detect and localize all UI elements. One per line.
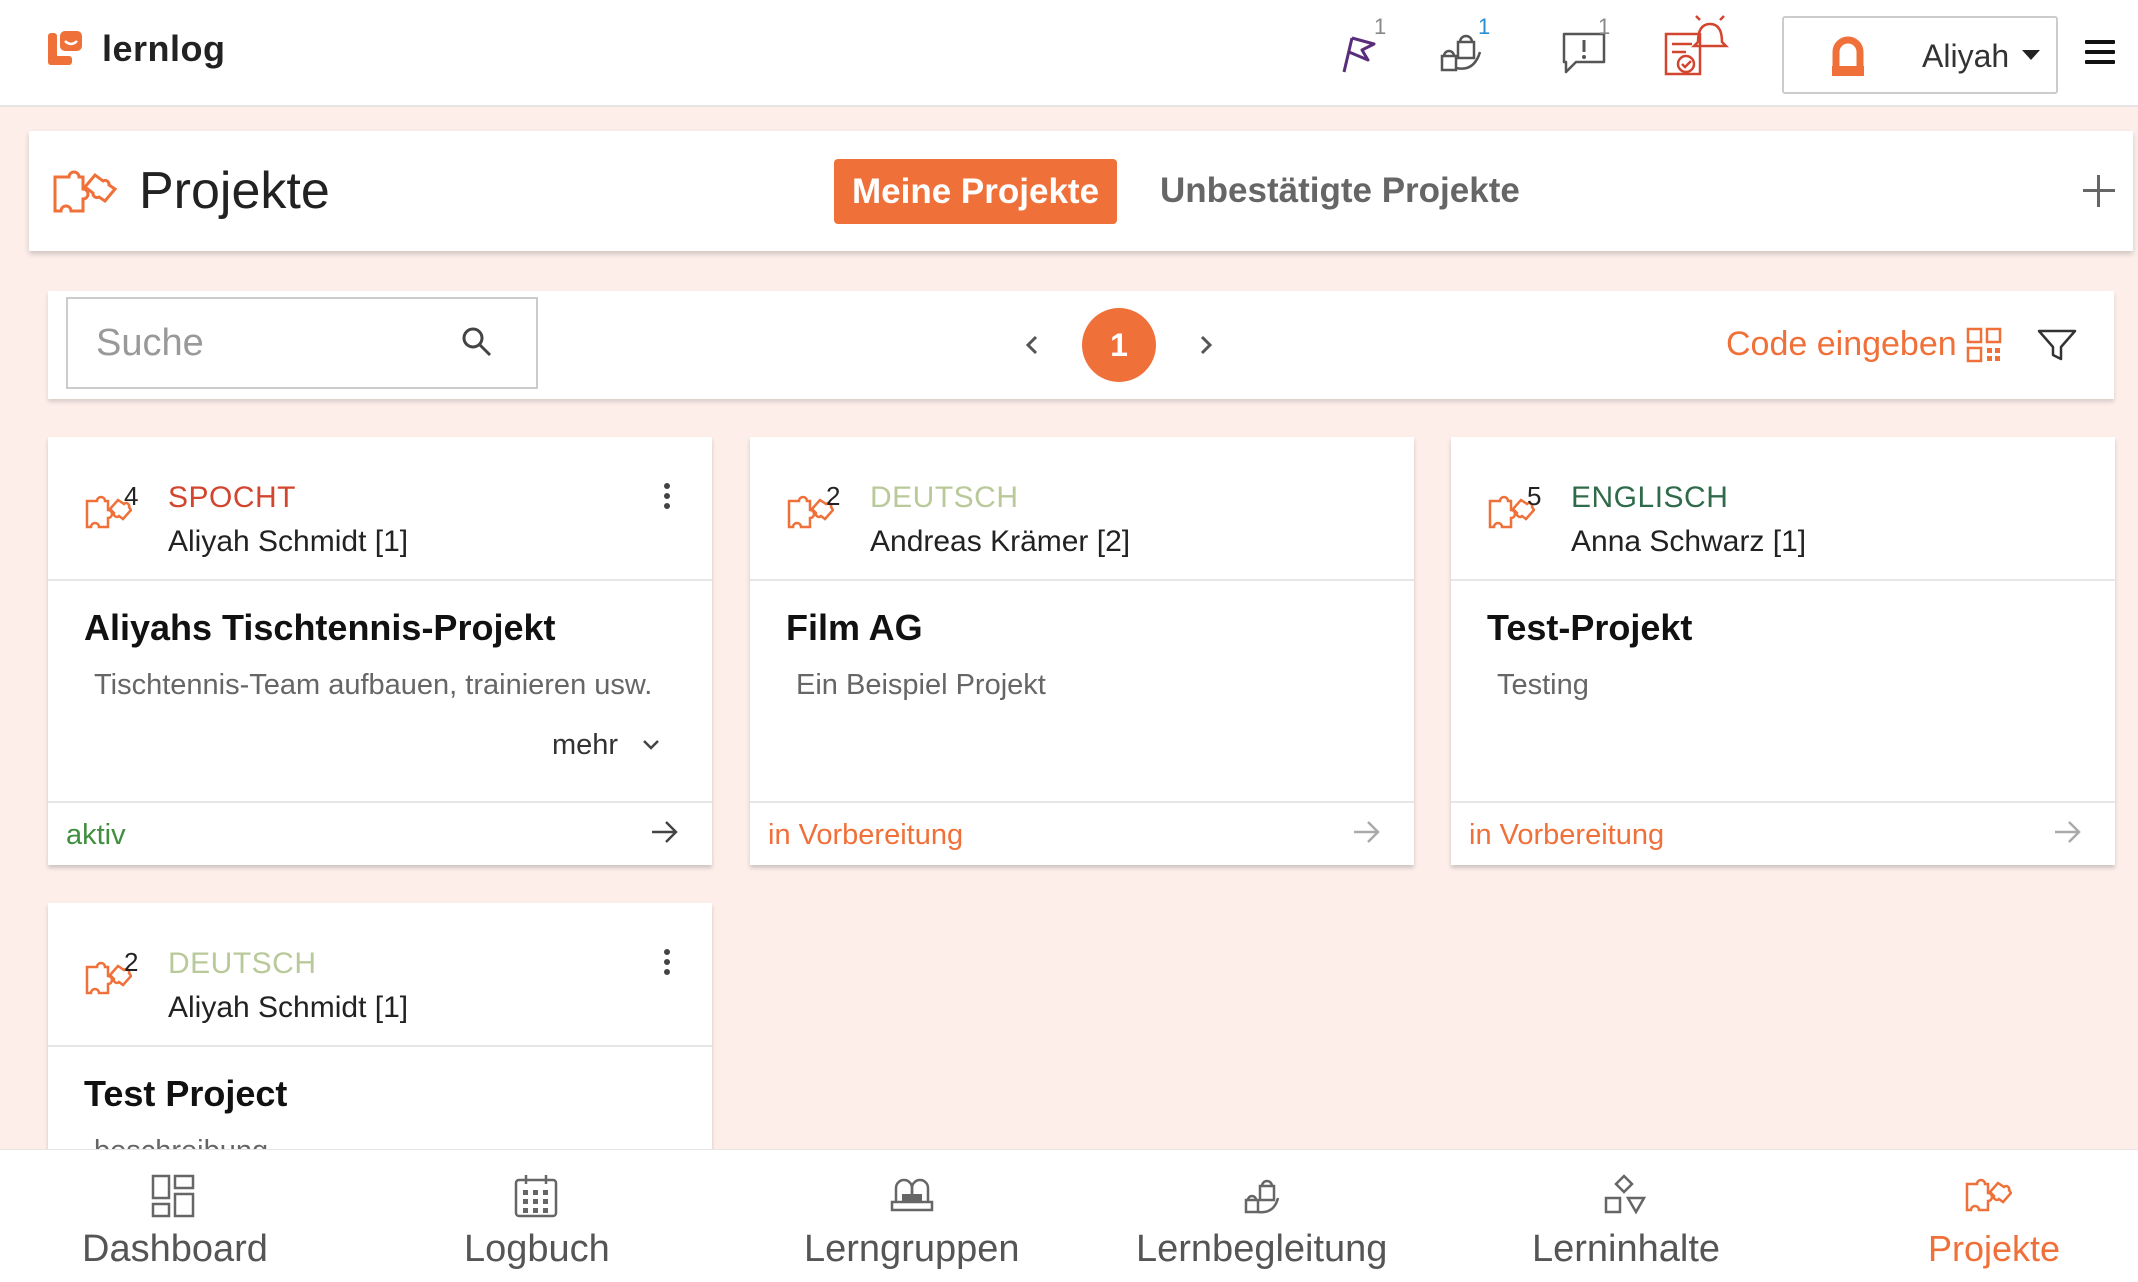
lernlog-logo-icon <box>48 31 82 65</box>
project-owner: Aliyah Schmidt [1] <box>168 525 409 558</box>
project-subject: ENGLISCH <box>1571 481 1729 514</box>
nav-logbuch[interactable]: Logbuch <box>390 1150 680 1282</box>
nav-label: Lerngruppen <box>804 1228 1020 1270</box>
project-title[interactable]: Film AG <box>786 607 923 649</box>
project-description: Testing <box>1497 669 1589 701</box>
bottom-nav: Dashboard Logbuch Lerngruppen Lernbeglei… <box>0 1149 2138 1282</box>
project-subject: SPOCHT <box>168 481 297 514</box>
nav-dashboard[interactable]: Dashboard <box>0 1150 346 1282</box>
alarm-task-icon[interactable] <box>1660 12 1730 82</box>
project-owner: Aliyah Schmidt [1] <box>168 991 409 1024</box>
more-vert-icon[interactable] <box>662 949 672 979</box>
project-description: Ein Beispiel Projekt <box>796 669 1046 701</box>
project-status: in Vorbereitung <box>768 819 964 851</box>
next-page-icon[interactable] <box>1186 325 1226 365</box>
prev-page-icon[interactable] <box>1012 325 1052 365</box>
page-title: Projekte <box>139 162 330 220</box>
arrow-right-icon[interactable] <box>648 817 682 847</box>
mentor-badge: 1 <box>1478 14 1491 39</box>
app-name: lernlog <box>102 28 226 69</box>
member-count: 5 <box>1527 481 1542 511</box>
member-count: 4 <box>124 481 139 511</box>
shapes-icon <box>1604 1174 1647 1215</box>
nav-projekte[interactable]: Projekte <box>1900 1150 2076 1282</box>
user-menu[interactable]: Aliyah <box>1782 16 2058 94</box>
qr-code-icon[interactable] <box>1966 327 2002 363</box>
project-description: Tischtennis-Team aufbauen, trainieren us… <box>94 669 653 701</box>
toolbar: 1 Code eingeben <box>48 291 2114 399</box>
project-title[interactable]: Test Project <box>84 1073 287 1115</box>
nav-label: Projekte <box>1928 1228 2061 1269</box>
project-card[interactable]: 5 ENGLISCH Anna Schwarz [1] Test-Projekt… <box>1451 437 2115 865</box>
project-subject: DEUTSCH <box>168 947 317 980</box>
enter-code-link[interactable]: Code eingeben <box>1726 325 1957 364</box>
menu-icon[interactable] <box>2085 40 2115 64</box>
message-badge: 1 <box>1598 14 1611 39</box>
project-owner: Andreas Krämer [2] <box>870 525 1131 558</box>
tab-meine-projekte[interactable]: Meine Projekte <box>834 159 1118 224</box>
group-icon <box>890 1178 934 1212</box>
arrow-right-icon[interactable] <box>2051 817 2085 847</box>
project-owner: Anna Schwarz [1] <box>1571 525 1807 558</box>
project-card[interactable]: 2 DEUTSCH Andreas Krämer [2] Film AG Ein… <box>750 437 1414 865</box>
chevron-down-icon[interactable] <box>638 731 664 757</box>
project-title[interactable]: Test-Projekt <box>1487 607 1692 649</box>
add-project-button[interactable] <box>2083 175 2115 207</box>
calendar-icon <box>514 1175 558 1218</box>
avatar-icon <box>1832 36 1864 76</box>
more-link[interactable]: mehr <box>552 729 618 762</box>
logo[interactable]: lernlog <box>46 28 226 70</box>
search-icon[interactable] <box>460 325 494 359</box>
top-bar: lernlog 1 1 1 Aliyah <box>0 0 2138 107</box>
project-subject: DEUTSCH <box>870 481 1019 514</box>
flag-badge: 1 <box>1374 14 1387 39</box>
user-name: Aliyah <box>1922 38 2010 74</box>
nav-label: Lerninhalte <box>1532 1228 1721 1270</box>
project-title[interactable]: Aliyahs Tischtennis-Projekt <box>84 607 555 649</box>
chevron-down-icon <box>2022 50 2040 60</box>
mentor-icon <box>1244 1179 1280 1214</box>
project-status: aktiv <box>66 819 126 851</box>
projects-header: Projekte Meine Projekte Unbestätigte Pro… <box>29 131 2133 251</box>
nav-lerngruppen[interactable]: Lerngruppen <box>780 1150 1044 1282</box>
nav-label: Logbuch <box>464 1228 610 1270</box>
project-card[interactable]: 2 DEUTSCH Aliyah Schmidt [1] Test Projec… <box>48 903 712 1149</box>
puzzle-icon <box>1965 1178 2012 1212</box>
current-page[interactable]: 1 <box>1082 308 1156 382</box>
puzzle-icon <box>53 170 117 213</box>
nav-label: Dashboard <box>82 1228 268 1270</box>
nav-label: Lernbegleitung <box>1136 1228 1388 1270</box>
nav-lerninhalte[interactable]: Lerninhalte <box>1508 1150 1740 1282</box>
more-vert-icon[interactable] <box>662 483 672 513</box>
tab-unbestaetigte-projekte[interactable]: Unbestätigte Projekte <box>1160 171 1520 211</box>
project-status: in Vorbereitung <box>1469 819 1665 851</box>
member-count: 2 <box>124 947 139 977</box>
filter-icon[interactable] <box>2036 327 2078 363</box>
dashboard-icon <box>151 1174 195 1218</box>
project-description: beschreibung <box>94 1135 268 1149</box>
project-card[interactable]: 4 SPOCHT Aliyah Schmidt [1] Aliyahs Tisc… <box>48 437 712 865</box>
arrow-right-icon[interactable] <box>1350 817 1384 847</box>
nav-lernbegleitung[interactable]: Lernbegleitung <box>1130 1150 1400 1282</box>
member-count: 2 <box>826 481 841 511</box>
